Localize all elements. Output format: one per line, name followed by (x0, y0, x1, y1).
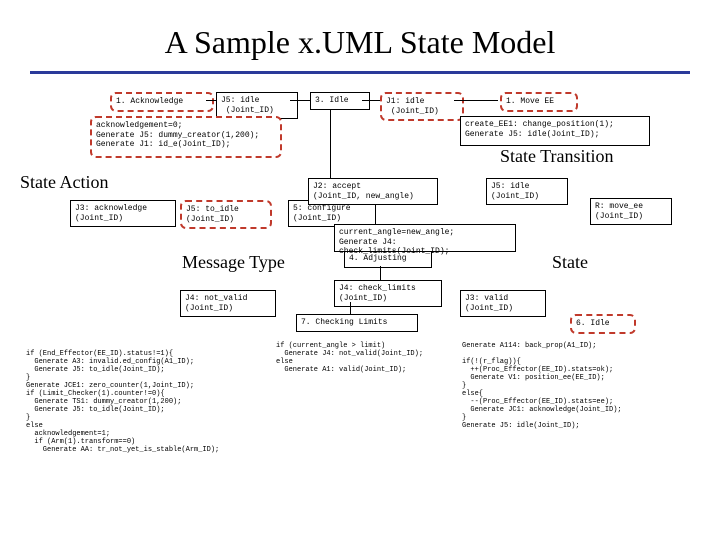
transition-j1-idle: J1: idle (Joint_ID) (380, 92, 464, 121)
transition-j3-ack: J3: acknowledge (Joint_ID) (70, 200, 176, 227)
state-box-idle6: 6. Idle (570, 314, 636, 334)
connector (380, 266, 381, 280)
connector (454, 100, 498, 101)
connector (350, 302, 351, 314)
code-block-left: if (End_Effector(EE_ID).status!=1){ Gene… (26, 350, 219, 454)
page-title: A Sample x.UML State Model (0, 0, 720, 71)
callout-state-transition: State Transition (500, 146, 614, 167)
state-box-acknowledge: 1. Acknowledge (110, 92, 214, 112)
transition-j4-not-valid: J4: not_valid (Joint_ID) (180, 290, 276, 317)
connector (330, 110, 331, 178)
callout-message-type: Message Type (182, 252, 285, 273)
connector (206, 100, 216, 101)
transition-j3-valid: J3: valid (Joint_ID) (460, 290, 546, 317)
state-box-move-ee: 1. Move EE (500, 92, 578, 112)
transition-j2-accept: J2: accept (Joint_ID, new_angle) (308, 178, 438, 205)
transition-move-ee: R: move_ee (Joint_ID) (590, 198, 672, 225)
state-box-idle3: 3. Idle (310, 92, 370, 110)
code-block-right: Generate A114: back_prop(A1_ID); if(!(r_… (462, 342, 622, 430)
state-action-move: create_EE1: change_position(1); Generate… (460, 116, 650, 146)
state-action-ack: acknowledgement=0; Generate J5: dummy_cr… (90, 116, 282, 158)
connector (362, 100, 380, 101)
code-block-mid: if (current_angle > limit) Generate J4: … (276, 342, 423, 374)
callout-state: State (552, 252, 588, 273)
callout-state-action: State Action (20, 172, 109, 193)
transition-j5-to-idle: J5: to_idle (Joint_ID) (180, 200, 272, 229)
connector (290, 100, 310, 101)
state-action-adjusting: current_angle=new_angle; Generate J4: ch… (334, 224, 516, 252)
state-box-checking: 7. Checking Limits (296, 314, 418, 332)
transition-j5-idle2: J5: idle (Joint_ID) (486, 178, 568, 205)
divider (30, 71, 690, 74)
